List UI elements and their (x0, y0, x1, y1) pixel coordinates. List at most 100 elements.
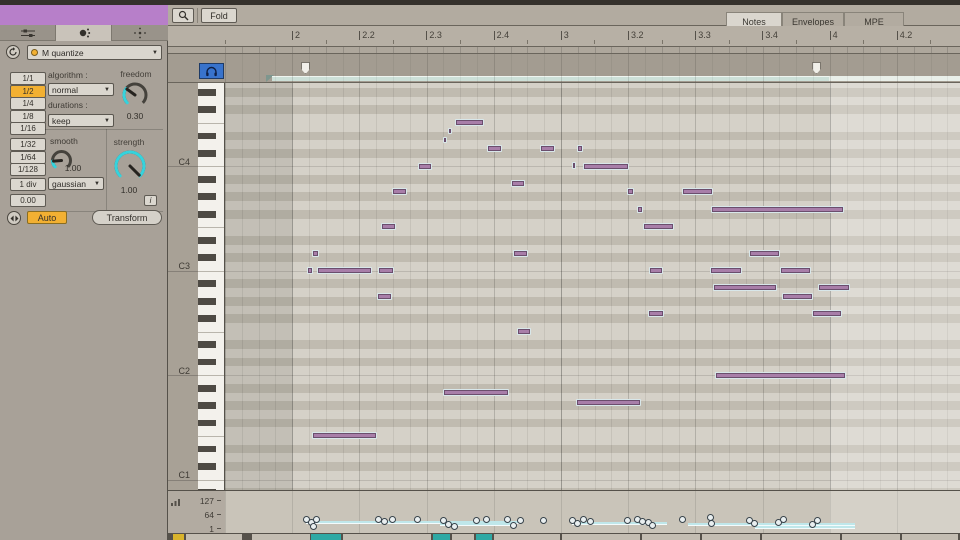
clip-slot-gray[interactable] (252, 534, 310, 540)
grid-rate-button-1-64[interactable]: 1/64 (10, 151, 46, 164)
midi-note[interactable] (487, 145, 502, 152)
clip-slot-gray[interactable] (343, 534, 431, 540)
midi-note[interactable] (643, 223, 674, 230)
velocity-marker[interactable] (310, 523, 317, 530)
midi-note[interactable] (307, 267, 313, 274)
smooth-kernel-select[interactable]: gaussian ▼ (48, 177, 104, 190)
midi-note[interactable] (812, 310, 842, 317)
midi-note[interactable] (648, 310, 664, 317)
velocity-marker[interactable] (510, 522, 517, 529)
midi-note[interactable] (312, 432, 377, 439)
midi-note[interactable] (378, 267, 394, 274)
black-key[interactable] (198, 463, 216, 470)
midi-note[interactable] (317, 267, 372, 274)
midi-note[interactable] (377, 293, 392, 300)
midi-note[interactable] (780, 267, 811, 274)
velocity-marker[interactable] (751, 520, 758, 527)
midi-note[interactable] (749, 250, 780, 257)
grid-rate-button-1-16[interactable]: 1/16 (10, 122, 46, 135)
black-key[interactable] (198, 385, 216, 392)
midi-note[interactable] (572, 162, 576, 169)
fold-button[interactable]: Fold (201, 8, 237, 23)
tab-generate[interactable] (112, 25, 168, 41)
velocity-marker[interactable] (580, 516, 587, 523)
grid-rate-button-1-32[interactable]: 1/32 (10, 138, 46, 151)
midi-note[interactable] (540, 145, 555, 152)
black-key[interactable] (198, 446, 216, 453)
clip-title-bar[interactable] (0, 5, 168, 25)
velocity-marker[interactable] (649, 522, 656, 529)
durations-select[interactable]: keep ▼ (48, 114, 114, 127)
swap-button[interactable] (7, 211, 21, 225)
midi-note[interactable] (715, 372, 846, 379)
black-key[interactable] (198, 341, 216, 348)
midi-note[interactable] (782, 293, 813, 300)
velocity-marker[interactable] (780, 516, 787, 523)
midi-note[interactable] (418, 163, 432, 170)
midi-note[interactable] (448, 128, 452, 134)
grid-rate-button-1-8[interactable]: 1/8 (10, 110, 46, 123)
clip-slot-gray[interactable] (452, 534, 474, 540)
clip-slot-gray[interactable] (494, 534, 560, 540)
auto-button[interactable]: Auto (27, 211, 67, 224)
midi-note[interactable] (517, 328, 531, 335)
update-device-button[interactable] (6, 45, 20, 59)
loop-brace-band[interactable] (168, 47, 960, 54)
black-key[interactable] (198, 89, 216, 96)
midi-note[interactable] (443, 137, 447, 143)
device-selector[interactable]: M quantize ▼ (27, 45, 162, 60)
velocity-marker[interactable] (381, 518, 388, 525)
black-key[interactable] (198, 315, 216, 322)
velocity-marker[interactable] (814, 517, 821, 524)
black-key[interactable] (198, 280, 216, 287)
black-key[interactable] (198, 359, 216, 366)
midi-note[interactable] (710, 267, 742, 274)
black-key[interactable] (198, 211, 216, 218)
note-grid[interactable] (225, 83, 960, 490)
search-button[interactable] (172, 8, 194, 23)
clip-slot-gray[interactable] (642, 534, 700, 540)
clip-slot-gray[interactable] (562, 534, 640, 540)
midi-note[interactable] (443, 389, 509, 396)
velocity-marker[interactable] (473, 517, 480, 524)
black-key[interactable] (198, 420, 216, 427)
midi-note[interactable] (513, 250, 528, 257)
velocity-marker[interactable] (313, 516, 320, 523)
piano-keyboard[interactable] (198, 83, 225, 490)
midi-note[interactable] (381, 223, 396, 230)
velocity-marker[interactable] (483, 516, 490, 523)
black-key[interactable] (198, 402, 216, 409)
velocity-marker[interactable] (679, 516, 686, 523)
black-key[interactable] (198, 150, 216, 157)
clip-slot-gray[interactable] (842, 534, 900, 540)
midi-note[interactable] (637, 206, 643, 213)
clip-slot-yellow[interactable] (173, 534, 184, 540)
algorithm-select[interactable]: normal ▼ (48, 83, 114, 96)
grid-rate-button-1-128[interactable]: 1/128 (10, 163, 46, 176)
velocity-marker[interactable] (517, 517, 524, 524)
preview-headphone-button[interactable] (199, 63, 224, 79)
grid-rate-button-0-00[interactable]: 0.00 (10, 194, 46, 207)
midi-note[interactable] (818, 284, 850, 291)
midi-note[interactable] (511, 180, 525, 187)
midi-note[interactable] (583, 163, 629, 170)
black-key[interactable] (198, 133, 216, 140)
black-key[interactable] (198, 298, 216, 305)
midi-note[interactable] (713, 284, 777, 291)
midi-note[interactable] (682, 188, 713, 195)
midi-note[interactable] (711, 206, 844, 213)
info-button[interactable]: i (144, 195, 157, 206)
velocity-marker[interactable] (414, 516, 421, 523)
grid-rate-button-1-1[interactable]: 1/1 (10, 72, 46, 85)
black-key[interactable] (198, 106, 216, 113)
midi-note[interactable] (649, 267, 663, 274)
velocity-marker[interactable] (389, 516, 396, 523)
clip-slot-gray[interactable] (702, 534, 760, 540)
clip-slot-gray[interactable] (186, 534, 242, 540)
midi-note[interactable] (576, 399, 641, 406)
tab-transform[interactable] (56, 25, 112, 41)
tab-filter[interactable] (0, 25, 56, 41)
midi-note[interactable] (455, 119, 484, 126)
black-key[interactable] (198, 254, 216, 261)
grid-rate-button-1-4[interactable]: 1/4 (10, 97, 46, 110)
